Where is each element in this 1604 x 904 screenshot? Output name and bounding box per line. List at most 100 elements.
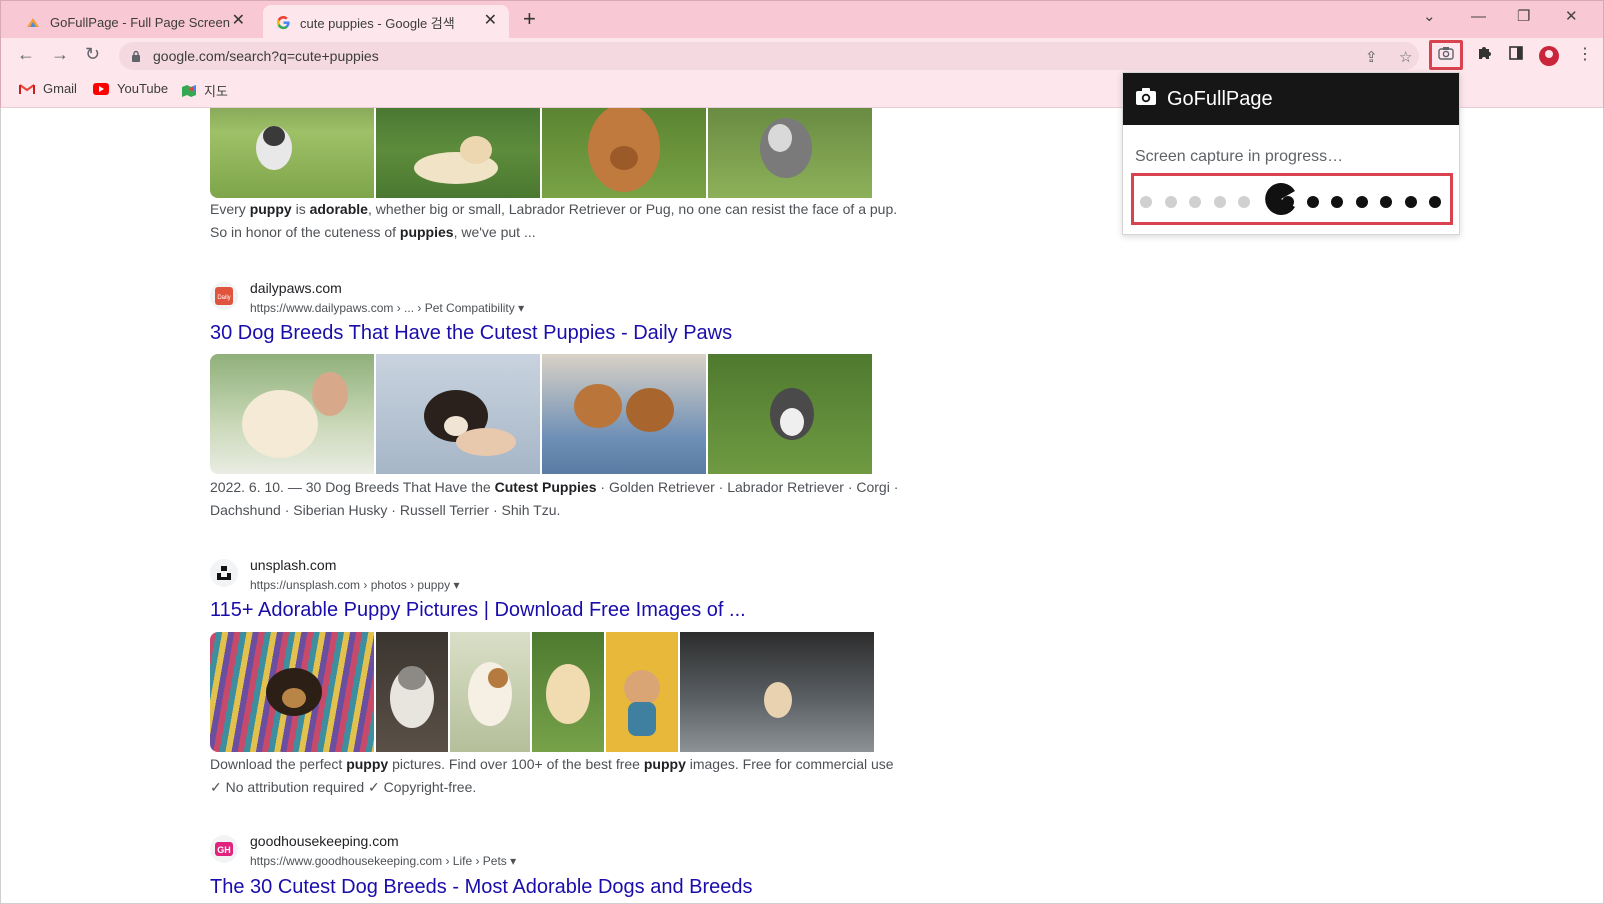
thumbnail-image[interactable] [708, 354, 872, 474]
side-panel-icon [1509, 45, 1523, 65]
cite-chevron-icon[interactable]: ▾ [453, 578, 459, 592]
image-strip[interactable] [210, 632, 888, 752]
snippet-text: Every [210, 201, 250, 217]
capture-progress-indicator [1131, 173, 1453, 225]
share-icon[interactable]: ⇪ [1365, 48, 1378, 66]
address-bar[interactable]: google.com/search?q=cute+puppies ⇪ ☆ [119, 42, 1419, 70]
snippet-bold-text: puppy [346, 756, 389, 772]
close-tab-icon[interactable]: ✕ [232, 13, 245, 29]
gofullpage-favicon-icon [25, 14, 41, 30]
svg-text:GH: GH [217, 845, 231, 855]
thumbnail-image[interactable] [542, 108, 706, 198]
thumbnail-image[interactable] [376, 632, 448, 752]
progress-dot-remaining [1306, 196, 1319, 208]
camera-icon [1135, 87, 1157, 111]
thumbnail-image[interactable] [680, 632, 874, 752]
snippet-bold-text: Cutest Puppies [494, 479, 597, 495]
minimize-icon[interactable]: — [1471, 7, 1486, 27]
profile-avatar[interactable] [1539, 46, 1559, 66]
back-icon[interactable]: ← [17, 44, 35, 64]
close-tab-icon[interactable]: ✕ [484, 13, 497, 29]
cite-chevron-icon[interactable]: ▾ [510, 854, 516, 868]
snippet-text: Download the perfect [210, 756, 347, 772]
bookmark-star-icon[interactable]: ☆ [1399, 48, 1412, 66]
capture-status-text: Screen capture in progress… [1135, 148, 1344, 165]
side-panel-button[interactable] [1499, 40, 1533, 70]
snippet-text: , we've put ... [453, 224, 536, 240]
result-title-link[interactable]: 115+ Adorable Puppy Pictures | Download … [210, 597, 746, 623]
tab-title: cute puppies - Google 검색 [300, 15, 455, 31]
popup-header: GoFullPage [1123, 73, 1459, 125]
tab-google-search[interactable]: cute puppies - Google 검색 ✕ [263, 5, 509, 39]
thumbnail-image[interactable] [210, 108, 374, 198]
thumbnail-image[interactable] [376, 354, 540, 474]
youtube-icon [93, 82, 109, 95]
snippet-bold-text: adorable [309, 201, 368, 217]
reload-icon[interactable]: ↻ [85, 44, 100, 64]
site-name: goodhousekeeping.com [250, 833, 399, 849]
progress-dot-done [1238, 196, 1250, 208]
thumbnail-image[interactable] [708, 108, 872, 198]
bookmark-gmail[interactable]: Gmail [19, 81, 77, 96]
snippet-bold-text: puppies [399, 224, 454, 240]
new-tab-icon[interactable]: + [523, 8, 536, 30]
thumbnail-image[interactable] [542, 354, 706, 474]
thumbnail-image[interactable] [606, 632, 678, 752]
goodhousekeeping-favicon-icon: GH [210, 835, 238, 863]
result-snippet: Every puppy is adorable, whether big or … [210, 198, 900, 244]
thumbnail-image[interactable] [210, 354, 374, 474]
result-source[interactable]: GH goodhousekeeping.com https://www.good… [210, 831, 516, 871]
progress-dot-remaining [1380, 196, 1392, 208]
result-title-link[interactable]: 30 Dog Breeds That Have the Cutest Puppi… [210, 320, 732, 346]
google-favicon-icon [275, 14, 291, 30]
progress-dot-done [1140, 196, 1152, 208]
pacman-progress-icon [1265, 183, 1295, 215]
result-source[interactable]: Daily dailypaws.com https://www.dailypaw… [210, 278, 524, 318]
progress-dot-done [1164, 196, 1177, 208]
progress-dot-remaining [1331, 196, 1343, 208]
bookmark-label: YouTube [117, 81, 169, 96]
dailypaws-favicon-icon: Daily [210, 282, 238, 310]
thumbnail-image[interactable] [532, 632, 604, 752]
bookmark-youtube[interactable]: YouTube [93, 81, 168, 96]
snippet-bold-text: puppy [249, 201, 292, 217]
progress-dot-remaining [1429, 196, 1441, 208]
progress-dot-remaining [1404, 196, 1417, 208]
result-snippet: Download the perfect puppy pictures. Fin… [210, 753, 900, 799]
extensions-button[interactable] [1467, 40, 1501, 70]
snippet-text: is [291, 201, 310, 217]
maps-icon [182, 84, 196, 98]
restore-icon[interactable]: ❐ [1517, 7, 1530, 27]
thumbnail-image[interactable] [210, 632, 374, 752]
thumbnail-image[interactable] [376, 108, 540, 198]
snippet-text: 2022. 6. 10. — 30 Dog Breeds That Have t… [210, 479, 495, 495]
tab-search-chevron-icon[interactable]: ⌄ [1423, 7, 1436, 27]
progress-dot-done [1213, 196, 1226, 208]
snippet-bold-text: puppy [643, 756, 686, 772]
tab-gofullpage[interactable]: GoFullPage - Full Page Screen Capture ✕ [11, 5, 257, 39]
result-source[interactable]: unsplash.com https://unsplash.com › phot… [210, 555, 459, 595]
more-menu-icon[interactable]: ⋮ [1577, 44, 1593, 64]
lock-icon [131, 50, 145, 62]
gmail-icon [19, 83, 35, 95]
close-window-icon[interactable]: ✕ [1565, 7, 1578, 27]
browser-toolbar: ← → ↻ google.com/search?q=cute+puppies ⇪… [0, 38, 1604, 72]
progress-dot-remaining [1355, 196, 1368, 208]
unsplash-favicon-icon [210, 559, 238, 587]
tab-title: GoFullPage - Full Page Screen Capture [50, 14, 230, 30]
puzzle-icon [1476, 45, 1492, 66]
gofullpage-popup: GoFullPage Screen capture in progress… [1122, 72, 1460, 235]
gofullpage-extension-button[interactable] [1429, 40, 1463, 70]
tab-strip: GoFullPage - Full Page Screen Capture ✕ … [0, 0, 1604, 39]
image-strip[interactable] [210, 354, 888, 474]
thumbnail-image[interactable] [450, 632, 530, 752]
site-cite: https://www.dailypaws.com › ... › Pet Co… [250, 301, 525, 315]
site-cite: https://www.goodhousekeeping.com › Life … [250, 854, 517, 868]
forward-icon[interactable]: → [51, 44, 69, 64]
image-strip[interactable] [210, 108, 888, 198]
bookmark-label: 지도 [204, 84, 228, 99]
bookmark-maps[interactable]: 지도 [182, 81, 228, 100]
cite-chevron-icon[interactable]: ▾ [518, 301, 524, 315]
result-title-link[interactable]: The 30 Cutest Dog Breeds - Most Adorable… [210, 874, 753, 900]
bookmark-label: Gmail [43, 81, 77, 96]
